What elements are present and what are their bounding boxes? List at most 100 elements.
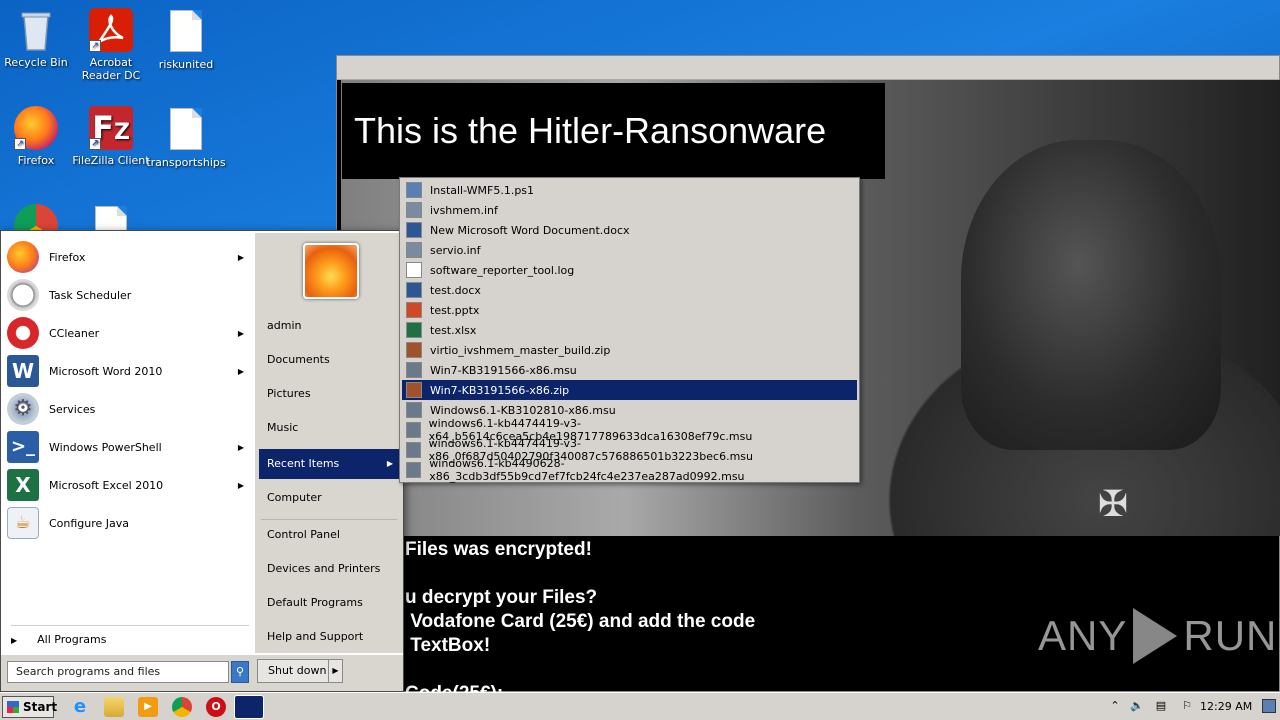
all-programs-label: All Programs bbox=[37, 633, 107, 646]
msu-file-icon bbox=[406, 422, 421, 438]
program-label: Task Scheduler bbox=[49, 288, 132, 302]
program-configure-java[interactable]: ☕ Configure Java bbox=[7, 505, 252, 541]
recent-item-label: New Microsoft Word Document.docx bbox=[430, 223, 630, 237]
submenu-arrow-icon: ▶ bbox=[386, 459, 393, 468]
internet-explorer-icon[interactable]: e bbox=[70, 697, 90, 717]
excel-icon: X bbox=[7, 469, 39, 501]
right-item-default-programs[interactable]: Default Programs bbox=[259, 588, 399, 618]
user-picture[interactable] bbox=[303, 243, 359, 299]
submenu-arrow-icon: ▶ bbox=[237, 252, 244, 262]
triangle-right-icon[interactable]: ▶ bbox=[328, 660, 342, 682]
recent-item[interactable]: Win7-KB3191566-x86.zip bbox=[402, 380, 857, 400]
shutdown-label: Shut down bbox=[268, 664, 327, 677]
recent-item[interactable]: windows6.1-kb4490628-x86_3cdb3df55b9cd7e… bbox=[402, 457, 857, 483]
msu-file-icon bbox=[406, 462, 422, 478]
all-programs-button[interactable]: ▶ All Programs bbox=[11, 633, 106, 646]
docx-file-icon bbox=[406, 222, 422, 238]
window-titlebar[interactable] bbox=[337, 56, 1279, 80]
media-player-icon[interactable]: ▶ bbox=[138, 697, 158, 717]
right-item-devices-printers[interactable]: Devices and Printers bbox=[259, 554, 399, 584]
program-excel[interactable]: X Microsoft Excel 2010 ▶ bbox=[7, 467, 252, 503]
program-label: Services bbox=[49, 402, 96, 416]
gear-icon: ⚙ bbox=[7, 393, 39, 425]
start-label: Start bbox=[23, 700, 58, 714]
recent-item[interactable]: Win7-KB3191566-x86.msu bbox=[402, 360, 857, 380]
recent-item-label: Win7-KB3191566-x86.msu bbox=[430, 363, 577, 377]
recycle-bin-icon bbox=[14, 8, 58, 52]
desktop-icon-firefox[interactable]: ↗ Firefox bbox=[0, 106, 76, 167]
right-item-help-support[interactable]: Help and Support bbox=[259, 622, 399, 652]
portrait-shape bbox=[961, 140, 1221, 450]
right-item-recent-items[interactable]: Recent Items ▶ bbox=[259, 449, 399, 479]
shutdown-button[interactable]: Shut down ▶ bbox=[257, 659, 343, 683]
shortcut-arrow-icon: ↗ bbox=[89, 40, 101, 52]
watermark-left: ANY bbox=[1038, 612, 1128, 659]
xlsx-file-icon bbox=[406, 322, 422, 338]
folder-icon[interactable] bbox=[104, 697, 124, 717]
opera-icon[interactable]: O bbox=[206, 697, 226, 717]
desktop-icon-riskunited[interactable]: riskunited bbox=[146, 10, 226, 71]
recent-item[interactable]: ivshmem.inf bbox=[402, 200, 857, 220]
recent-items-menu: Install-WMF5.1.ps1 ivshmem.inf New Microso… bbox=[399, 177, 860, 483]
program-firefox[interactable]: Firefox ▶ bbox=[7, 239, 252, 275]
desktop-icon-filezilla[interactable]: FZ ↗ FileZilla Client bbox=[71, 106, 151, 167]
recent-item[interactable]: software_reporter_tool.log bbox=[402, 260, 857, 280]
log-file-icon bbox=[406, 262, 422, 278]
program-word[interactable]: W Microsoft Word 2010 ▶ bbox=[7, 353, 252, 389]
desktop-icon-transportships[interactable]: transportships bbox=[146, 108, 226, 169]
program-ccleaner[interactable]: CCleaner ▶ bbox=[7, 315, 252, 351]
taskbar: Start e ▶ O ⌃ 🔈 ▤ ⚐ 12:29 AM bbox=[0, 692, 1280, 720]
program-label: Windows PowerShell bbox=[49, 440, 162, 454]
desktop-icon-label: riskunited bbox=[158, 58, 214, 71]
recent-item[interactable]: test.pptx bbox=[402, 300, 857, 320]
clock[interactable]: 12:29 AM bbox=[1200, 693, 1252, 720]
zip-file-icon bbox=[406, 342, 422, 358]
search-icon[interactable]: ⚲ bbox=[231, 661, 249, 683]
desktop-icon-label: transportships bbox=[146, 156, 226, 169]
desktop-icon-acrobat[interactable]: ↗ Acrobat Reader DC bbox=[71, 8, 151, 82]
shortcut-arrow-icon: ↗ bbox=[14, 138, 26, 150]
ransom-message: Files was encrypted! u decrypt your File… bbox=[405, 539, 756, 704]
recent-item-label: Windows6.1-KB3102810-x86.msu bbox=[430, 403, 616, 417]
program-powershell[interactable]: >_ Windows PowerShell ▶ bbox=[7, 429, 252, 465]
search-input[interactable]: Search programs and files bbox=[7, 661, 229, 683]
submenu-arrow-icon: ▶ bbox=[237, 480, 244, 490]
recent-item[interactable]: New Microsoft Word Document.docx bbox=[402, 220, 857, 240]
flag-icon[interactable]: ⚐ bbox=[1180, 699, 1194, 713]
msu-file-icon bbox=[406, 402, 422, 418]
start-menu-right-pane: admin Documents Pictures Music Recent It… bbox=[255, 233, 403, 653]
recent-item-label: test.docx bbox=[430, 283, 481, 297]
play-icon bbox=[1133, 608, 1178, 664]
start-button[interactable]: Start bbox=[2, 696, 58, 718]
right-item-control-panel[interactable]: Control Panel bbox=[259, 520, 399, 550]
right-item-user[interactable]: admin bbox=[259, 311, 399, 341]
show-desktop-icon[interactable] bbox=[1262, 699, 1276, 713]
right-item-pictures[interactable]: Pictures bbox=[259, 379, 399, 409]
recent-item-label: servio.inf bbox=[430, 243, 481, 257]
right-item-documents[interactable]: Documents bbox=[259, 345, 399, 375]
recent-item[interactable]: servio.inf bbox=[402, 240, 857, 260]
show-hidden-icons-icon[interactable]: ⌃ bbox=[1108, 699, 1122, 713]
firefox-icon: ↗ bbox=[14, 106, 58, 150]
volume-icon[interactable]: 🔈 bbox=[1130, 699, 1144, 713]
right-item-computer[interactable]: Computer bbox=[259, 483, 399, 513]
recent-item[interactable]: Install-WMF5.1.ps1 bbox=[402, 180, 857, 200]
recent-item[interactable]: test.docx bbox=[402, 280, 857, 300]
recent-item[interactable]: virtio_ivshmem_master_build.zip bbox=[402, 340, 857, 360]
inf-file-icon bbox=[406, 242, 422, 258]
acrobat-icon: ↗ bbox=[89, 8, 133, 52]
recent-item-label: Win7-KB3191566-x86.zip bbox=[430, 383, 570, 397]
desktop-icon-recycle-bin[interactable]: Recycle Bin bbox=[0, 8, 76, 69]
right-item-music[interactable]: Music bbox=[259, 413, 399, 443]
desktop-icon-label: FileZilla Client bbox=[72, 154, 150, 167]
network-icon[interactable]: ▤ bbox=[1154, 699, 1168, 713]
program-label: Microsoft Excel 2010 bbox=[49, 478, 164, 492]
chrome-icon[interactable] bbox=[172, 697, 192, 717]
recent-item-label: test.xlsx bbox=[430, 323, 477, 337]
anyrun-watermark: ANY RUN bbox=[1038, 608, 1277, 664]
recent-item[interactable]: test.xlsx bbox=[402, 320, 857, 340]
program-services[interactable]: ⚙ Services bbox=[7, 391, 252, 427]
program-task-scheduler[interactable]: Task Scheduler bbox=[7, 277, 252, 313]
running-app-icon[interactable] bbox=[234, 695, 264, 719]
watermark-right: RUN bbox=[1183, 612, 1278, 659]
